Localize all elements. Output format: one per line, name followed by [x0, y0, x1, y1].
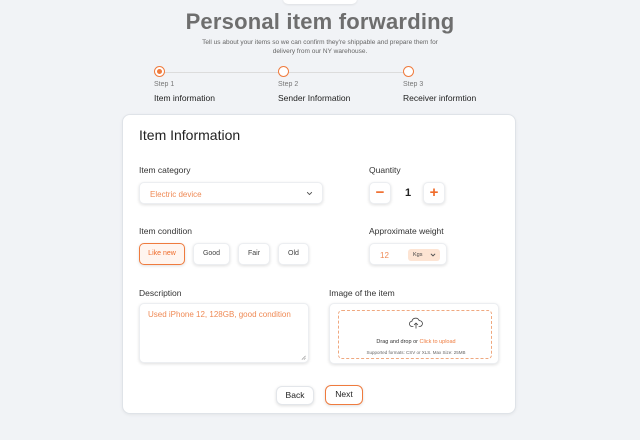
- item-information-card: Item Information Item category Electric …: [122, 114, 516, 414]
- item-category-select[interactable]: Electric device: [139, 182, 323, 204]
- step-2-indicator[interactable]: [278, 66, 289, 77]
- step-1-indicator[interactable]: [154, 66, 165, 77]
- chevron-down-icon: [306, 191, 313, 196]
- condition-option-old[interactable]: Old: [278, 243, 309, 265]
- condition-option-fair[interactable]: Fair: [238, 243, 270, 265]
- step-1-number: Step 1: [154, 81, 175, 88]
- step-connector: [288, 72, 404, 73]
- stepper: Step 1 Item information Step 2 Sender In…: [150, 66, 490, 106]
- quantity-label: Quantity: [369, 165, 401, 175]
- form-title: Item Information: [139, 127, 241, 143]
- weight-input[interactable]: 12 Kgs: [369, 243, 447, 265]
- condition-option-like-new[interactable]: Like new: [139, 243, 185, 265]
- step-3-indicator[interactable]: [403, 66, 414, 77]
- drop-text: Drag and drop or: [376, 339, 418, 345]
- description-value: Used iPhone 12, 128GB, good condition: [148, 310, 291, 319]
- step-3-label[interactable]: Receiver informtion: [403, 93, 476, 103]
- quantity-increment-button[interactable]: +: [423, 182, 445, 204]
- weight-unit-select[interactable]: Kgs: [408, 249, 440, 261]
- step-1-label[interactable]: Item information: [154, 93, 215, 103]
- image-label: Image of the item: [329, 288, 395, 298]
- item-category-label: Item category: [139, 165, 191, 175]
- description-label: Description: [139, 288, 182, 298]
- supported-formats: Supported formats: CSV or XLS. Max Size:…: [366, 350, 466, 355]
- weight-value: 12: [380, 251, 389, 260]
- resize-handle-icon[interactable]: [301, 355, 306, 360]
- upload-cloud-icon: [409, 317, 423, 329]
- chevron-down-icon: [430, 253, 436, 257]
- quantity-decrement-button[interactable]: −: [369, 182, 391, 204]
- image-dropzone[interactable]: Drag and drop or Click to upload Support…: [338, 310, 492, 359]
- step-2-number: Step 2: [278, 81, 299, 88]
- step-3-number: Step 3: [403, 81, 424, 88]
- image-upload-panel: Drag and drop or Click to upload Support…: [329, 303, 499, 364]
- step-2-label[interactable]: Sender Information: [278, 93, 350, 103]
- top-tab: [283, 0, 357, 4]
- back-button[interactable]: Back: [276, 386, 314, 405]
- page-subtitle: Tell us about your items so we can confi…: [202, 39, 438, 55]
- item-condition-label: Item condition: [139, 226, 192, 236]
- weight-unit-value: Kgs: [413, 252, 423, 258]
- page-title: Personal item forwarding: [185, 9, 455, 34]
- item-category-value: Electric device: [150, 190, 202, 199]
- next-button[interactable]: Next: [325, 385, 363, 405]
- step-connector: [162, 72, 280, 73]
- dropzone-instructions: Drag and drop or Click to upload: [339, 339, 493, 345]
- approximate-weight-label: Approximate weight: [369, 226, 444, 236]
- condition-option-good[interactable]: Good: [193, 243, 230, 265]
- description-textarea[interactable]: Used iPhone 12, 128GB, good condition: [139, 303, 309, 363]
- quantity-value: 1: [404, 187, 412, 199]
- click-to-upload-link[interactable]: Click to upload: [420, 339, 456, 345]
